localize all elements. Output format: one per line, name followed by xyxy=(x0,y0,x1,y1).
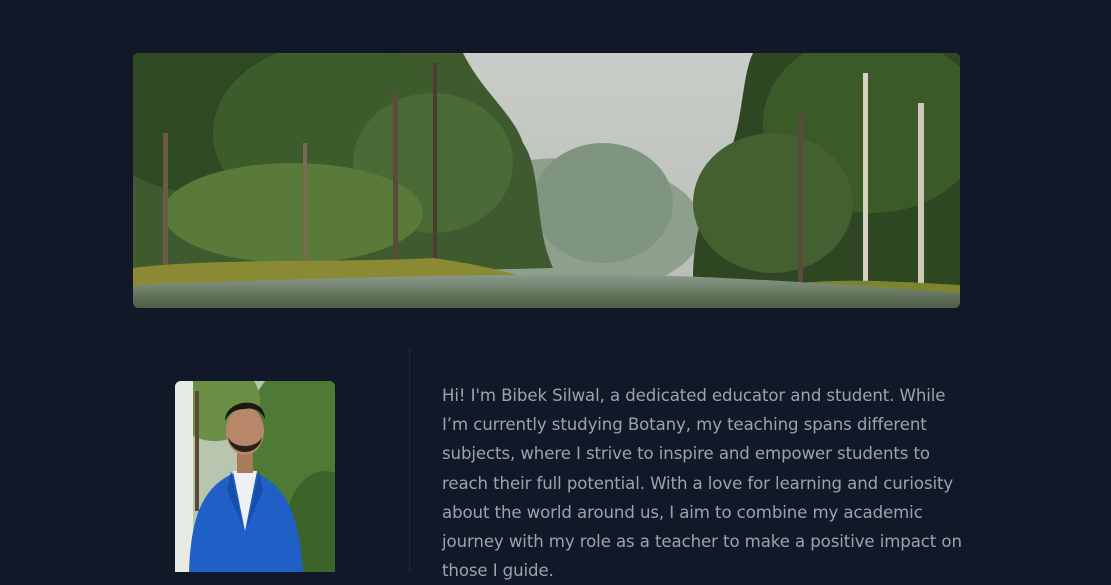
profile-photo xyxy=(175,381,335,572)
bio-paragraph: Hi! I'm Bibek Silwal, a dedicated educat… xyxy=(442,386,962,581)
section-divider xyxy=(409,348,410,572)
banner-image xyxy=(133,53,960,308)
